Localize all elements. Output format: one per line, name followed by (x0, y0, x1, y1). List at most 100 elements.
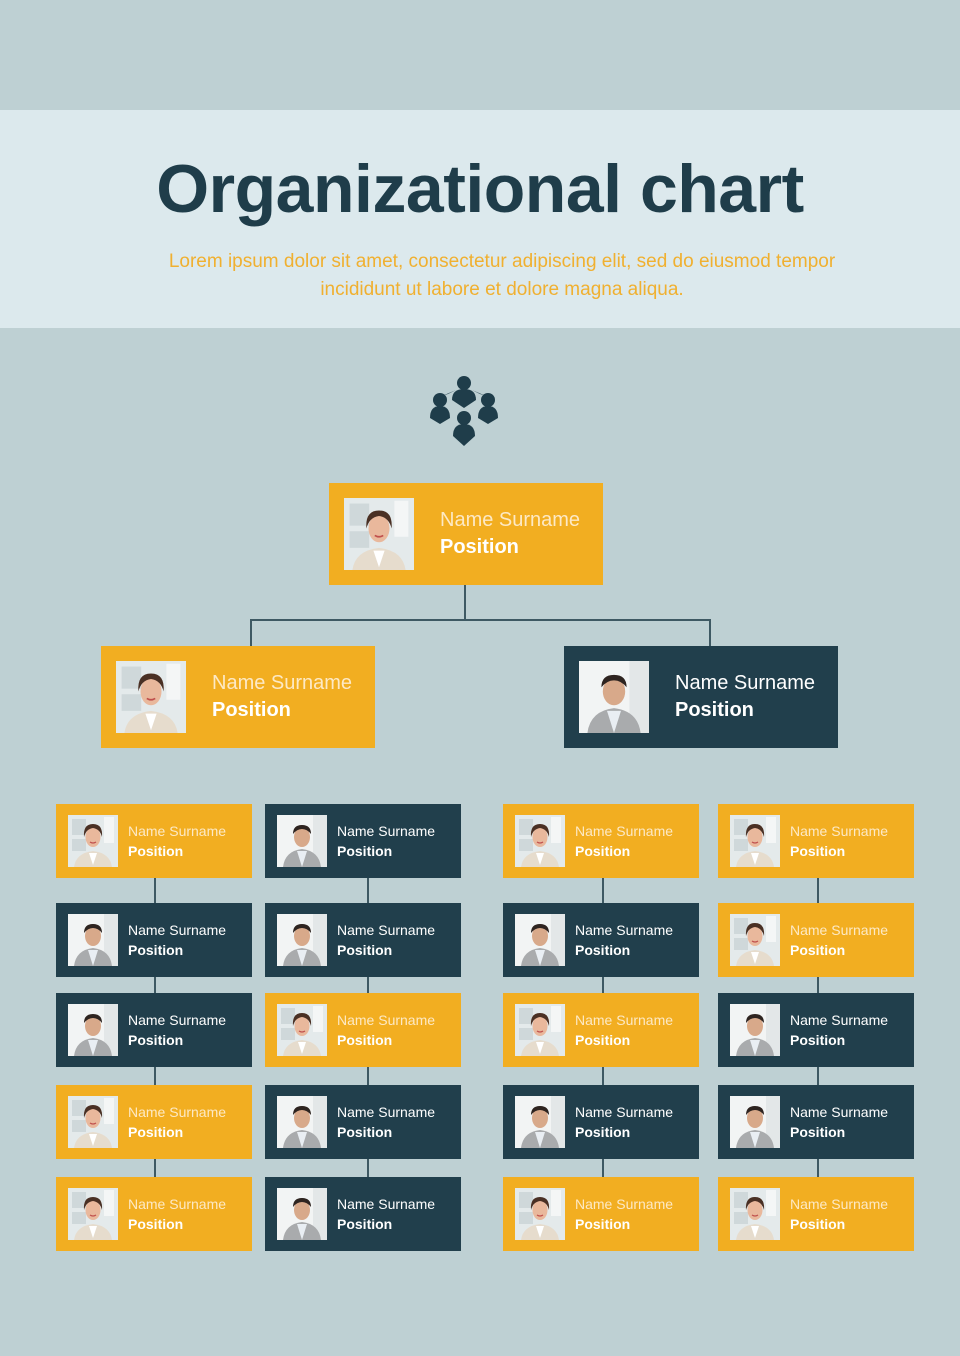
card-col3-row2: Name Surname Position (503, 903, 699, 977)
female-avatar-photo (730, 815, 780, 867)
card-col1-row2: Name Surname Position (56, 903, 252, 977)
male-avatar-photo (515, 914, 565, 966)
person-position: Position (212, 699, 291, 721)
person-name: Name Surname (790, 1104, 889, 1120)
person-position: Position (337, 1124, 393, 1140)
person-position: Position (575, 1216, 631, 1232)
card-col4-row4: Name Surname Position (718, 1085, 914, 1159)
person-name: Name Surname (575, 922, 674, 938)
card-col3-row1: Name Surname Position (503, 804, 699, 878)
person-position: Position (440, 536, 519, 558)
male-avatar-photo (579, 661, 649, 733)
female-avatar-photo (116, 661, 186, 733)
card-text: Name Surname Position (790, 821, 888, 861)
card-text: Name Surname Position (128, 1102, 226, 1142)
female-avatar-photo (344, 498, 414, 570)
person-position: Position (337, 942, 393, 958)
person-name: Name Surname (790, 922, 889, 938)
female-avatar-photo (277, 1004, 327, 1056)
subtitle-line-1: Lorem ipsum dolor sit amet, consectetur … (168, 251, 836, 272)
card-col4-row5: Name Surname Position (718, 1177, 914, 1251)
male-avatar-photo (277, 1096, 327, 1148)
card-col1-row4: Name Surname Position (56, 1085, 252, 1159)
female-avatar-photo (68, 815, 118, 867)
female-avatar-photo (515, 1004, 565, 1056)
male-avatar-photo (730, 1096, 780, 1148)
card-col1-row3: Name Surname Position (56, 993, 252, 1067)
connector-level2-horizontal (250, 619, 710, 621)
card-col3-row4: Name Surname Position (503, 1085, 699, 1159)
person-position: Position (675, 699, 754, 721)
card-text: Name Surname Position (575, 1102, 673, 1142)
card-text: Name Surname Position (575, 1194, 673, 1234)
person-name: Name Surname (575, 823, 674, 839)
person-position: Position (575, 1124, 631, 1140)
card-text: Name Surname Position (790, 1010, 888, 1050)
person-position: Position (337, 1032, 393, 1048)
male-avatar-photo (68, 1004, 118, 1056)
card-col4-row2: Name Surname Position (718, 903, 914, 977)
male-avatar-photo (277, 1188, 327, 1240)
person-name: Name Surname (440, 509, 581, 531)
person-position: Position (128, 1216, 184, 1232)
female-avatar-photo (730, 1188, 780, 1240)
card-col2-row4: Name Surname Position (265, 1085, 461, 1159)
card-text: Name Surname Position (675, 670, 815, 724)
person-position: Position (337, 1216, 393, 1232)
card-text: Name Surname Position (128, 1010, 226, 1050)
card-text: Name Surname Position (128, 821, 226, 861)
person-name: Name Surname (790, 1012, 889, 1028)
card-level2-2: Name Surname Position (564, 646, 838, 748)
person-name: Name Surname (790, 823, 889, 839)
card-col2-row2: Name Surname Position (265, 903, 461, 977)
person-name: Name Surname (337, 823, 436, 839)
card-col4-row3: Name Surname Position (718, 993, 914, 1067)
card-text: Name Surname Position (337, 1010, 435, 1050)
card-text: Name Surname Position (337, 821, 435, 861)
card-text: Name Surname Position (575, 821, 673, 861)
card-col3-row3: Name Surname Position (503, 993, 699, 1067)
card-text: Name Surname Position (128, 920, 226, 960)
person-name: Name Surname (128, 1104, 227, 1120)
person-name: Name Surname (128, 1012, 227, 1028)
card-text: Name Surname Position (575, 920, 673, 960)
person-position: Position (128, 843, 184, 859)
male-avatar-photo (730, 1004, 780, 1056)
male-avatar-photo (277, 815, 327, 867)
person-name: Name Surname (337, 1104, 436, 1120)
person-position: Position (790, 1216, 846, 1232)
person-name: Name Surname (212, 672, 353, 694)
card-col2-row3: Name Surname Position (265, 993, 461, 1067)
person-name: Name Surname (128, 922, 227, 938)
card-col3-row5: Name Surname Position (503, 1177, 699, 1251)
page-title: Organizational chart (156, 151, 804, 227)
person-name: Name Surname (790, 1196, 889, 1212)
male-avatar-photo (68, 914, 118, 966)
female-avatar-photo (515, 815, 565, 867)
card-text: Name Surname Position (128, 1194, 226, 1234)
card-col1-row5: Name Surname Position (56, 1177, 252, 1251)
card-text: Name Surname Position (337, 1102, 435, 1142)
person-name: Name Surname (337, 922, 436, 938)
person-position: Position (128, 1124, 184, 1140)
female-avatar-photo (730, 914, 780, 966)
card-col2-row5: Name Surname Position (265, 1177, 461, 1251)
connector-top-down (464, 585, 466, 620)
person-position: Position (337, 843, 393, 859)
male-avatar-photo (277, 914, 327, 966)
person-position: Position (790, 843, 846, 859)
card-text: Name Surname Position (790, 920, 888, 960)
person-position: Position (128, 1032, 184, 1048)
card-level2-1: Name Surname Position (101, 646, 375, 748)
person-name: Name Surname (128, 1196, 227, 1212)
card-text: Name Surname Position (790, 1102, 888, 1142)
person-name: Name Surname (128, 823, 227, 839)
female-avatar-photo (515, 1188, 565, 1240)
person-position: Position (790, 942, 846, 958)
card-col4-row1: Name Surname Position (718, 804, 914, 878)
connector-level2-left-down (250, 619, 252, 646)
card-col1-row1: Name Surname Position (56, 804, 252, 878)
connector-level2-right-down (709, 619, 711, 646)
page-subtitle: Lorem ipsum dolor sit amet, consectetur … (120, 248, 884, 304)
female-avatar-photo (68, 1096, 118, 1148)
